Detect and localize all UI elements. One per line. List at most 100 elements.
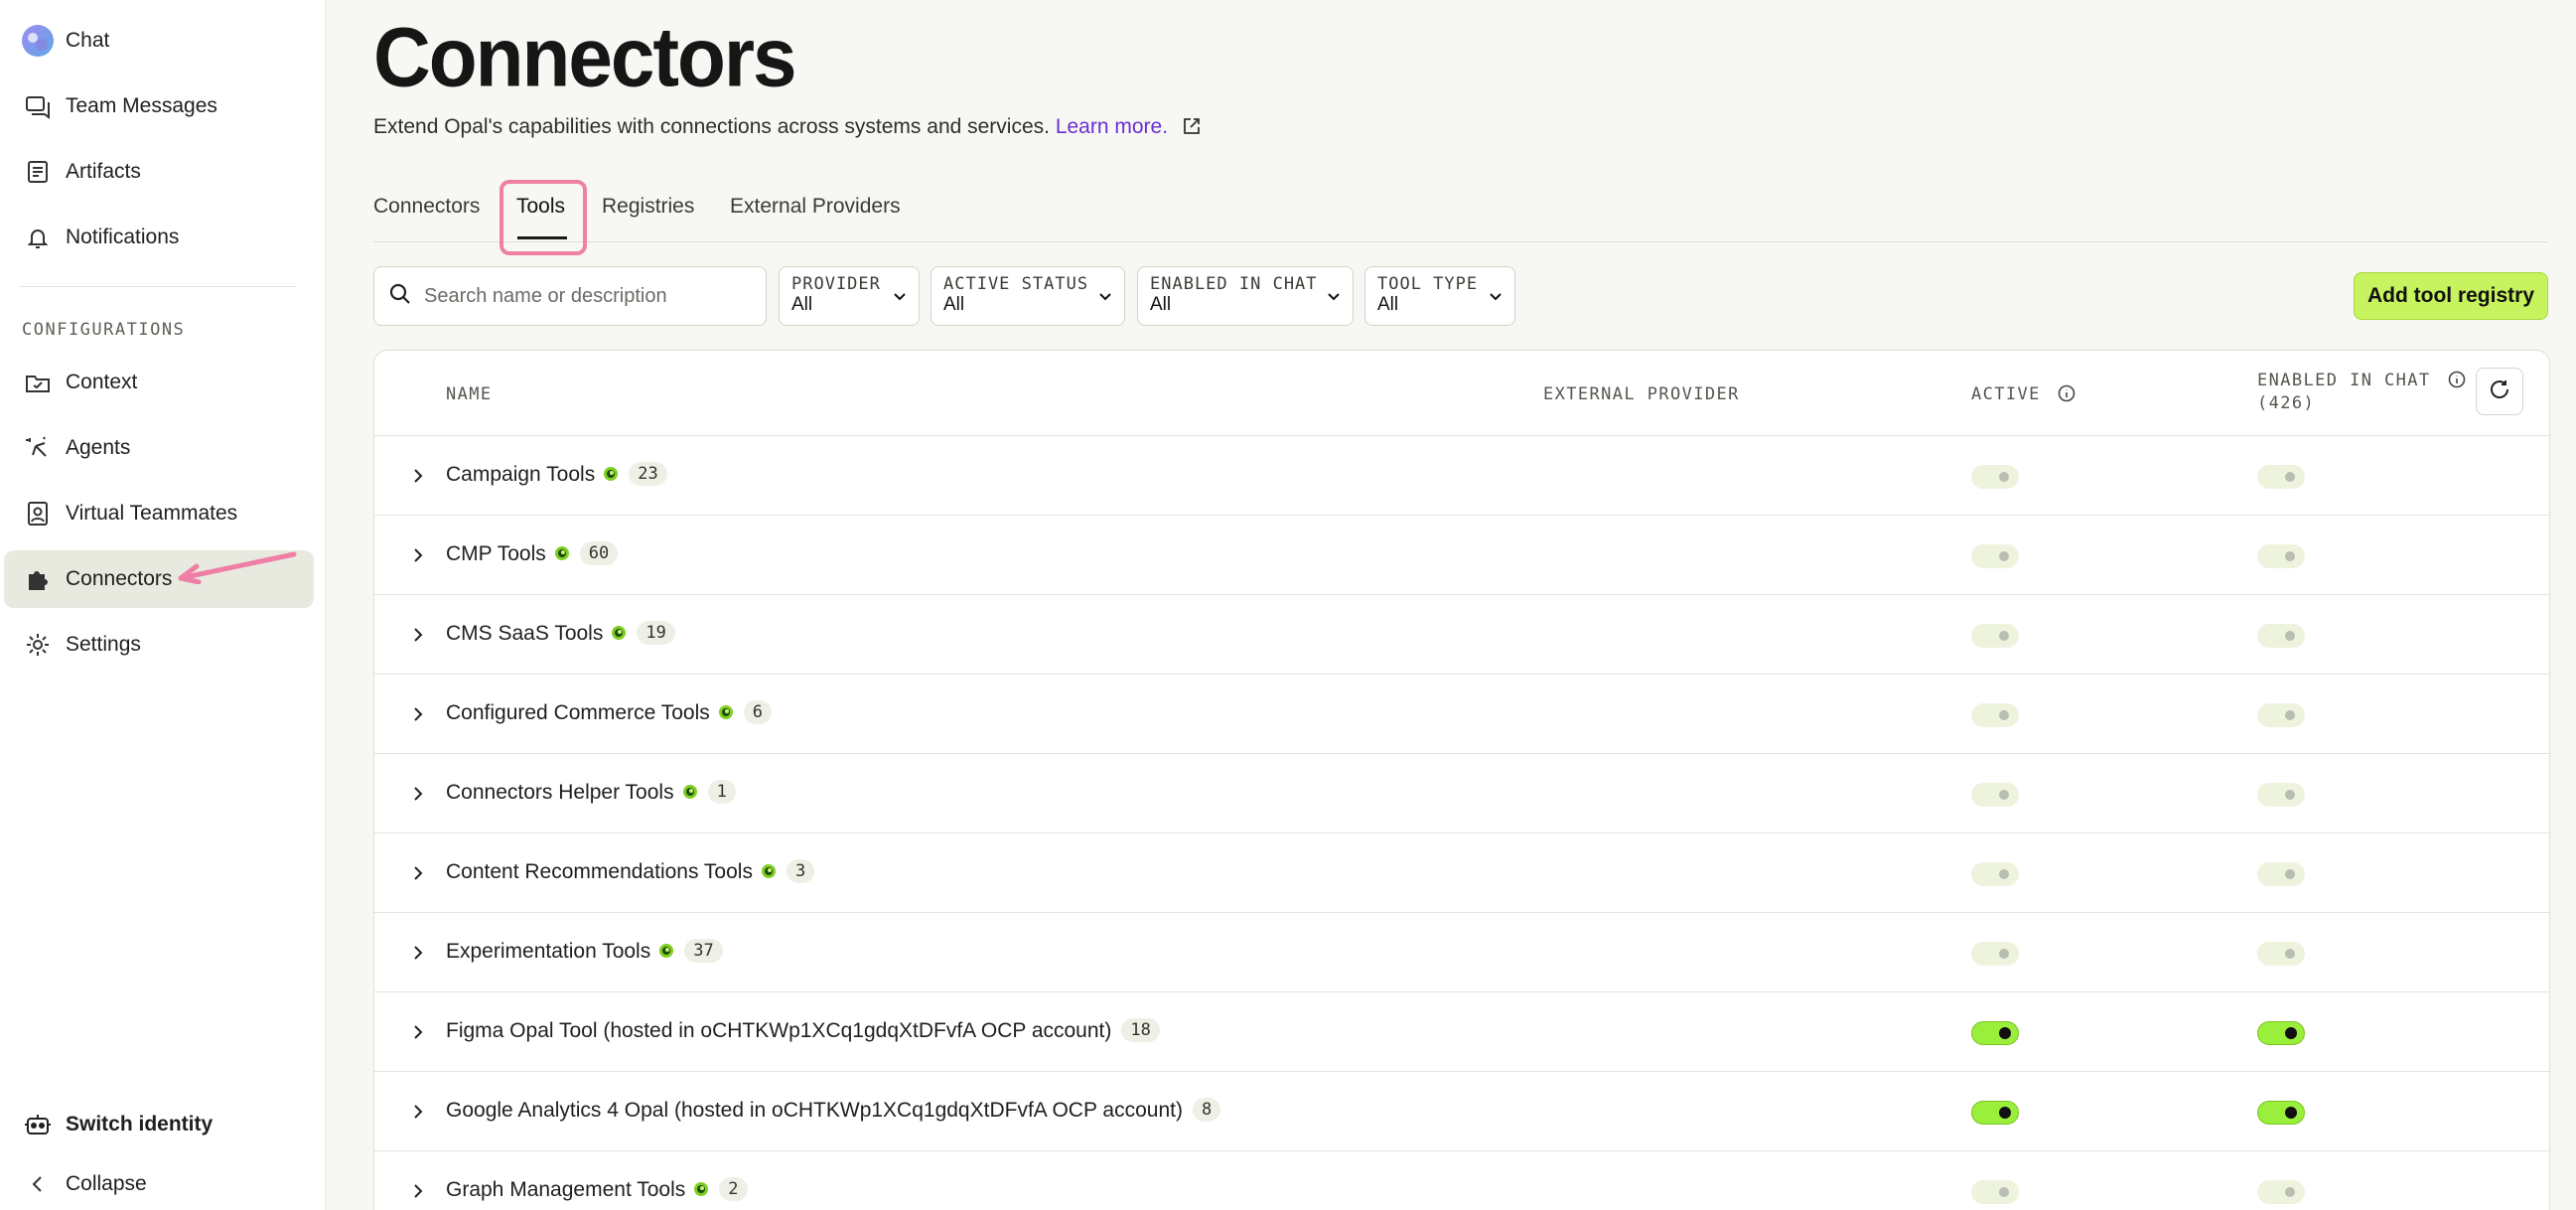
tabs-bar: Connectors Tools Registries External Pro… — [373, 179, 2548, 242]
info-icon[interactable] — [2448, 371, 2466, 393]
refresh-button[interactable] — [2476, 368, 2523, 415]
provider-filter[interactable]: PROVIDER All — [779, 266, 920, 326]
tool-type-filter[interactable]: TOOL TYPE All — [1364, 266, 1515, 326]
column-header-name[interactable]: NAME — [446, 384, 493, 404]
nav-notifications[interactable]: Notifications — [4, 209, 314, 266]
chevron-right-icon[interactable] — [406, 1020, 430, 1044]
chevron-right-icon[interactable] — [406, 543, 430, 567]
active-toggle[interactable] — [1971, 703, 2019, 727]
chevron-right-icon[interactable] — [406, 861, 430, 885]
learn-more-link[interactable]: Learn more. — [1056, 115, 1168, 138]
gear-icon — [20, 627, 56, 663]
table-row[interactable]: Google Analytics 4 Opal (hosted in oCHTK… — [374, 1072, 2549, 1151]
chevron-right-icon[interactable] — [406, 1179, 430, 1203]
row-name: CMS SaaS Tools 19 — [446, 621, 675, 647]
table-row[interactable]: Connectors Helper Tools 1 — [374, 754, 2549, 833]
add-tool-registry-button[interactable]: Add tool registry — [2354, 272, 2548, 320]
nav-chat[interactable]: Chat — [4, 12, 314, 70]
tab-connectors[interactable]: Connectors — [373, 195, 480, 219]
info-icon[interactable] — [2058, 384, 2075, 407]
search-icon — [388, 282, 412, 311]
nav-artifacts-label: Artifacts — [66, 160, 141, 183]
column-header-active[interactable]: ACTIVE — [1971, 384, 2075, 407]
nav-team-messages[interactable]: Team Messages — [4, 77, 314, 135]
enabled-in-chat-toggle[interactable] — [2257, 1180, 2305, 1204]
active-toggle[interactable] — [1971, 1021, 2019, 1045]
active-toggle[interactable] — [1971, 942, 2019, 966]
active-toggle[interactable] — [1971, 624, 2019, 648]
table-row[interactable]: Configured Commerce Tools 6 — [374, 675, 2549, 754]
row-count-badge: 18 — [1121, 1018, 1160, 1042]
enabled-in-chat-toggle[interactable] — [2257, 465, 2305, 489]
enabled-in-chat-toggle[interactable] — [2257, 624, 2305, 648]
bell-icon — [20, 220, 56, 255]
nav-virtual-teammates[interactable]: Virtual Teammates — [4, 485, 314, 542]
chevron-right-icon[interactable] — [406, 464, 430, 488]
enabled-in-chat-toggle[interactable] — [2257, 1101, 2305, 1125]
nav-agents[interactable]: Agents — [4, 419, 314, 477]
enabled-in-chat-toggle[interactable] — [2257, 862, 2305, 886]
chevron-right-icon[interactable] — [406, 782, 430, 806]
chevron-right-icon[interactable] — [406, 1100, 430, 1124]
table-row[interactable]: CMP Tools 60 — [374, 516, 2549, 595]
column-header-enabled-in-chat[interactable]: ENABLED IN CHAT (426) — [2257, 371, 2466, 413]
active-toggle[interactable] — [1971, 1180, 2019, 1204]
chevron-right-icon[interactable] — [406, 623, 430, 647]
row-count-badge: 23 — [629, 462, 667, 486]
nav-context-label: Context — [66, 371, 138, 393]
enabled-in-chat-toggle[interactable] — [2257, 544, 2305, 568]
row-name: CMP Tools 60 — [446, 541, 619, 567]
row-count-badge: 1 — [707, 780, 736, 804]
subtitle-text: Extend Opal's capabilities with connecti… — [373, 115, 1050, 138]
active-status-filter-value: All — [943, 294, 965, 315]
nav-connectors[interactable]: Connectors — [4, 550, 314, 608]
table-row[interactable]: Campaign Tools 23 — [374, 436, 2549, 516]
enabled-in-chat-toggle[interactable] — [2257, 942, 2305, 966]
chevron-right-icon[interactable] — [406, 941, 430, 965]
collapse-button[interactable]: Collapse — [4, 1155, 314, 1210]
chevron-right-icon[interactable] — [406, 702, 430, 726]
row-name: Figma Opal Tool (hosted in oCHTKWp1XCq1g… — [446, 1018, 1160, 1043]
column-header-external-provider[interactable]: EXTERNAL PROVIDER — [1543, 384, 1740, 404]
nav-context[interactable]: Context — [4, 354, 314, 411]
row-name-text: Campaign Tools — [446, 463, 596, 486]
active-status-filter[interactable]: ACTIVE STATUS All — [930, 266, 1125, 326]
switch-identity-button[interactable]: Switch identity — [4, 1096, 314, 1153]
chat-logo-icon — [20, 23, 56, 59]
enabled-in-chat-toggle[interactable] — [2257, 783, 2305, 807]
row-name: Content Recommendations Tools 3 — [446, 859, 815, 885]
status-dot-icon — [761, 861, 777, 885]
search-box[interactable] — [373, 266, 767, 326]
table-row[interactable]: CMS SaaS Tools 19 — [374, 595, 2549, 675]
table-row[interactable]: Figma Opal Tool (hosted in oCHTKWp1XCq1g… — [374, 992, 2549, 1072]
active-toggle[interactable] — [1971, 783, 2019, 807]
tools-table: NAME EXTERNAL PROVIDER ACTIVE ENABLED IN… — [373, 350, 2550, 1210]
active-toggle[interactable] — [1971, 544, 2019, 568]
enabled-in-chat-toggle[interactable] — [2257, 703, 2305, 727]
search-input[interactable] — [424, 284, 742, 308]
table-row[interactable]: Graph Management Tools 2 — [374, 1151, 2549, 1210]
status-dot-icon — [693, 1179, 709, 1203]
row-name-text: Experimentation Tools — [446, 940, 651, 963]
tab-tools[interactable]: Tools — [516, 195, 565, 219]
row-count-badge: 6 — [743, 700, 772, 724]
tab-external-providers[interactable]: External Providers — [730, 195, 901, 219]
tab-registries[interactable]: Registries — [602, 195, 694, 219]
active-toggle[interactable] — [1971, 465, 2019, 489]
table-row[interactable]: Experimentation Tools 37 — [374, 913, 2549, 992]
external-link-icon[interactable] — [1182, 116, 1202, 142]
row-name: Graph Management Tools 2 — [446, 1177, 748, 1203]
nav-settings[interactable]: Settings — [4, 616, 314, 674]
active-toggle[interactable] — [1971, 862, 2019, 886]
enabled-in-chat-toggle[interactable] — [2257, 1021, 2305, 1045]
tool-type-filter-label: TOOL TYPE — [1377, 274, 1479, 294]
nav-artifacts[interactable]: Artifacts — [4, 143, 314, 201]
nav-notifications-label: Notifications — [66, 226, 180, 248]
page-subtitle: Extend Opal's capabilities with connecti… — [373, 115, 1202, 142]
table-row[interactable]: Content Recommendations Tools 3 — [374, 833, 2549, 913]
enabled-in-chat-filter[interactable]: ENABLED IN CHAT All — [1137, 266, 1354, 326]
active-toggle[interactable] — [1971, 1101, 2019, 1125]
row-name: Campaign Tools 23 — [446, 462, 667, 488]
teammate-icon — [20, 496, 56, 531]
provider-filter-label: PROVIDER — [791, 274, 881, 294]
